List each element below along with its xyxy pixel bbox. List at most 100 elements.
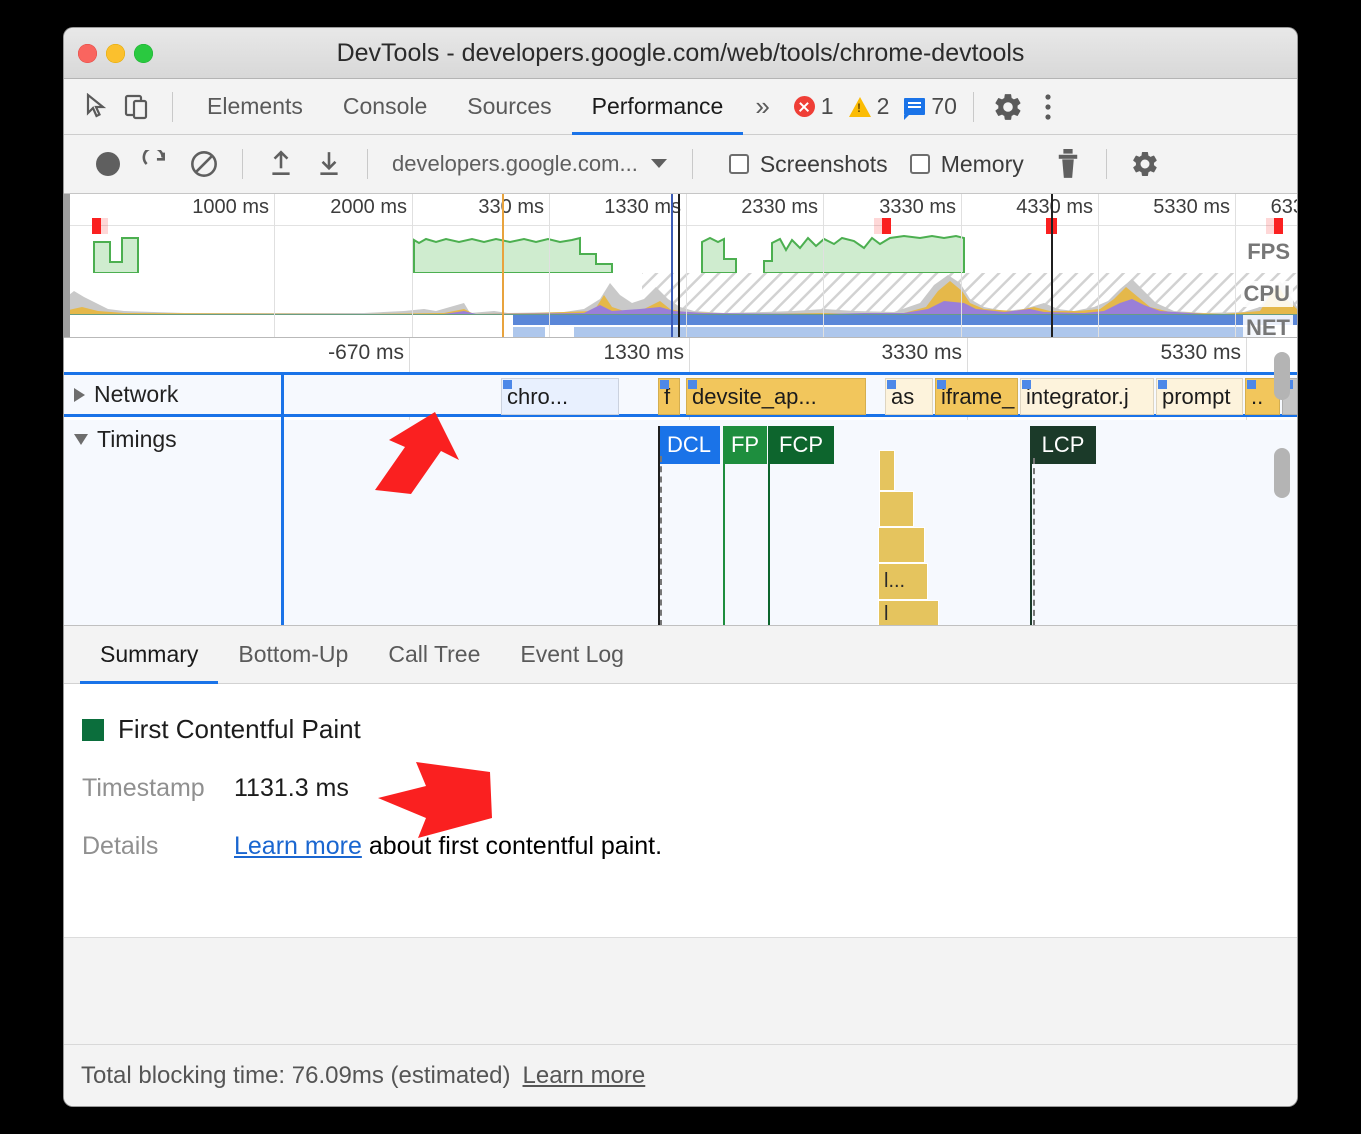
network-request-bar[interactable]: chro... (501, 378, 619, 415)
overview-divider-orange (502, 194, 504, 338)
overview-tick: 2330 ms (823, 194, 824, 338)
flamechart-scrollbar-thumb-top[interactable] (1274, 352, 1290, 400)
tab-bottom-up[interactable]: Bottom-Up (218, 626, 368, 684)
screenshots-checkbox-box (729, 154, 749, 174)
info-counter[interactable]: 70 (904, 93, 957, 120)
timing-marker-lcp[interactable]: LCP (1030, 426, 1096, 464)
track-network[interactable]: Network chro... fdevsite_ap... asiframe_in… (64, 372, 1297, 417)
record-circle-icon[interactable] (84, 144, 132, 184)
tab-console[interactable]: Console (323, 79, 447, 135)
flamechart-scrollbar-thumb[interactable] (1274, 448, 1290, 498)
overview-tick-label: 1330 ms (604, 196, 681, 219)
status-bar: Total blocking time: 76.09ms (estimated)… (64, 1044, 1297, 1106)
warning-count: 2 (877, 93, 890, 120)
jank-marker (874, 218, 890, 234)
footer-learn-more-link[interactable]: Learn more (523, 1062, 646, 1090)
tab-performance[interactable]: Performance (572, 79, 744, 135)
overview-tick: 3330 ms (961, 194, 962, 338)
info-count: 70 (931, 93, 957, 120)
toolbar-divider-4 (367, 149, 368, 179)
device-toolbar-icon[interactable] (118, 87, 158, 127)
timing-marker-line (723, 426, 725, 626)
tab-wrap-elements: Elements (187, 79, 323, 135)
save-profile-icon[interactable] (305, 144, 353, 184)
window-title: DevTools - developers.google.com/web/too… (64, 39, 1297, 68)
capture-settings-gear-icon[interactable] (1121, 144, 1169, 184)
recording-selector[interactable]: developers.google.com... (382, 151, 678, 177)
flamechart-bar[interactable] (879, 450, 895, 491)
load-profile-icon[interactable] (257, 144, 305, 184)
summary-event-title: First Contentful Paint (118, 714, 361, 745)
close-window-button[interactable] (78, 44, 97, 63)
net-lane-label: NET (1243, 315, 1293, 338)
jank-marker (1266, 218, 1282, 234)
timing-marker-dcl[interactable]: DCL (658, 426, 720, 464)
timeline-overview[interactable]: FPS (64, 194, 1297, 338)
tab-call-tree[interactable]: Call Tree (368, 626, 500, 684)
timing-marker-fp[interactable]: FP (723, 426, 767, 464)
flamechart-bar[interactable]: l... (878, 563, 928, 600)
timing-marker-fcp[interactable]: FCP (768, 426, 834, 464)
overview-tick-label: 2000 ms (330, 196, 407, 219)
error-count: 1 (821, 93, 834, 120)
flamechart-pane[interactable]: -670 ms1330 ms3330 ms5330 ms Network chr… (64, 338, 1297, 626)
summary-panel: First Contentful Paint Timestamp 1131.3 … (64, 684, 1297, 937)
memory-checkbox[interactable]: Memory (910, 151, 1024, 178)
devtools-tabstrip: Elements Console Sources Performance » 1… (64, 79, 1297, 135)
window-titlebar: DevTools - developers.google.com/web/too… (64, 28, 1297, 79)
warning-counter[interactable]: 2 (849, 93, 890, 120)
cursor-select-icon[interactable] (78, 87, 118, 127)
overview-divider-blue (671, 194, 673, 338)
toolbar-divider-2 (973, 92, 974, 122)
flamechart-tick-label: 3330 ms (881, 341, 962, 365)
zoom-window-button[interactable] (134, 44, 153, 63)
flamechart-left-divider (281, 372, 284, 625)
tab-summary[interactable]: Summary (80, 626, 218, 684)
tab-event-log[interactable]: Event Log (500, 626, 644, 684)
trash-icon[interactable] (1044, 144, 1092, 184)
tab-sources[interactable]: Sources (447, 79, 571, 135)
summary-details-row: Details Learn more about first contentfu… (82, 832, 1297, 861)
error-counter[interactable]: 1 (794, 93, 834, 120)
tab-elements[interactable]: Elements (187, 79, 323, 135)
overview-tick-label: 330 ms (478, 196, 544, 219)
flamechart-tick-label: -670 ms (328, 341, 404, 365)
jank-marker (92, 218, 108, 234)
memory-checkbox-box (910, 154, 930, 174)
warning-icon (849, 97, 871, 117)
more-tabs-chevron-icon[interactable]: » (743, 91, 781, 122)
cpu-chart (64, 273, 1297, 315)
flamechart-bar[interactable]: l (878, 600, 939, 626)
clear-icon[interactable] (180, 144, 228, 184)
overview-tick: 330 ms (549, 194, 550, 338)
track-network-header[interactable]: Network (74, 381, 178, 408)
overview-divider-black-2 (1051, 194, 1053, 338)
toolbar-divider (172, 92, 173, 122)
flamechart-bar[interactable] (879, 491, 914, 527)
gear-icon[interactable] (988, 87, 1028, 127)
track-timings-header[interactable]: Timings (74, 426, 177, 453)
reload-record-icon[interactable] (132, 144, 180, 184)
overview-tick-label: 3330 ms (879, 196, 956, 219)
overview-tick: 5330 ms (1235, 194, 1236, 338)
network-request-bar[interactable]: devsite_ap... (686, 378, 866, 415)
toolbar-divider-5 (692, 149, 693, 179)
minimize-window-button[interactable] (106, 44, 125, 63)
timing-marker-line (1030, 426, 1032, 626)
flamechart-bar[interactable] (878, 527, 925, 563)
network-request-bar[interactable]: as (885, 378, 933, 415)
network-request-bar[interactable]: f (658, 378, 680, 415)
timestamp-label: Timestamp (82, 774, 234, 803)
network-request-bar[interactable]: prompt (1156, 378, 1243, 415)
overview-left-handle[interactable] (64, 194, 70, 338)
learn-more-link[interactable]: Learn more (234, 832, 362, 860)
chevron-down-icon (74, 434, 88, 445)
screenshots-checkbox[interactable]: Screenshots (729, 151, 888, 178)
details-label: Details (82, 832, 234, 861)
network-request-bar[interactable]: integrator.j (1020, 378, 1154, 415)
track-timings[interactable]: Timings DCLFPFCP LCP (64, 420, 1297, 625)
kebab-menu-icon[interactable] (1028, 87, 1068, 127)
chevron-down-icon (650, 158, 668, 170)
window-traffic-lights (78, 44, 153, 63)
network-request-bar[interactable]: iframe_ (935, 378, 1018, 415)
